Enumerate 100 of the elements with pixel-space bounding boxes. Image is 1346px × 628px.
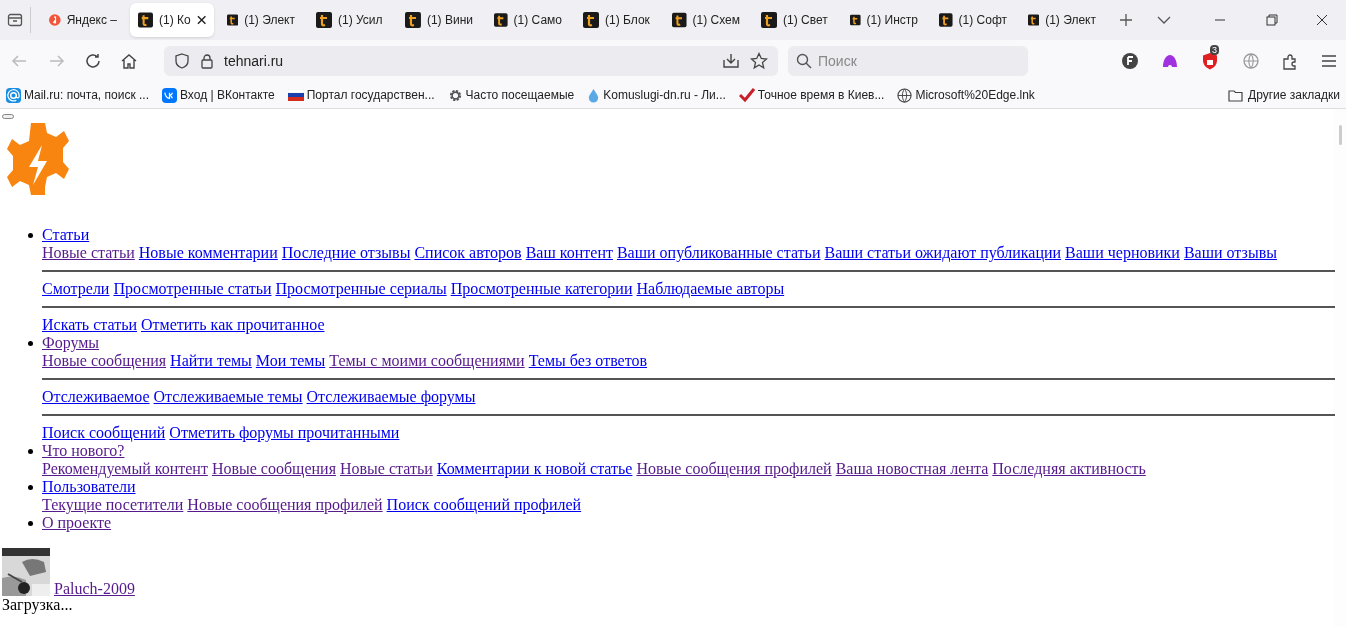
at-sign-icon — [6, 87, 21, 103]
url-text: tehnari.ru — [224, 51, 284, 71]
bookmark-item[interactable]: Mail.ru: почта, поиск ... — [6, 86, 149, 104]
nav-link[interactable]: Ваши отзывы — [1183, 244, 1277, 262]
nav-link[interactable]: Просмотренные сериалы — [275, 280, 447, 298]
check-icon — [738, 88, 755, 102]
bookmark-item[interactable]: Часто посещаемые — [447, 86, 575, 104]
yandex-icon — [49, 12, 61, 28]
nav-link[interactable]: Отметить форумы прочитанными — [169, 424, 400, 442]
nav-link[interactable]: Наблюдаемые авторы — [636, 280, 785, 298]
address-bar[interactable]: tehnari.ru — [164, 46, 778, 76]
nav-link[interactable]: О проекте — [42, 514, 112, 531]
browser-tab[interactable]: (1) Усил — [308, 3, 392, 37]
nav-link[interactable]: Новые комментарии — [138, 244, 278, 262]
browser-tab[interactable]: (1) Инстр — [842, 3, 926, 37]
nav-link[interactable]: Ваши опубликованные статьи — [616, 244, 821, 262]
nav-link[interactable]: Список авторов — [414, 244, 522, 262]
home-icon[interactable] — [120, 52, 138, 70]
lock-icon[interactable] — [200, 53, 214, 69]
nav-link[interactable]: Смотрели — [42, 280, 110, 298]
menu-icon[interactable] — [1322, 54, 1336, 68]
nav-link[interactable]: Текущие посетители — [42, 496, 184, 514]
site-logo-icon — [138, 12, 153, 28]
browser-tab[interactable]: (1) Свет — [753, 3, 837, 37]
browser-tab[interactable]: (1) Ко — [130, 3, 214, 37]
nav-link[interactable]: Последние отзывы — [281, 244, 411, 262]
nav-link[interactable]: Рекомендуемый контент — [42, 460, 208, 478]
nav-link[interactable]: Отслеживаемое — [42, 388, 150, 406]
nav-link[interactable]: Темы без ответов — [528, 352, 648, 370]
browser-tab[interactable]: (1) Само — [486, 3, 570, 37]
globe-icon — [897, 87, 913, 103]
download-icon[interactable] — [722, 52, 740, 70]
nav-link[interactable]: Новые статьи — [42, 244, 135, 262]
nav-link[interactable]: Отметить как прочитанное — [141, 316, 325, 334]
username-link[interactable]: Paluch-2009 — [54, 580, 135, 598]
loading-text: Загрузка... — [1, 596, 74, 614]
browser-tab[interactable]: (1) Элект — [219, 3, 303, 37]
bookmark-item[interactable]: Komuslugi-dn.ru - Ли... — [587, 86, 726, 104]
nav-link[interactable]: Пользователи — [42, 478, 136, 495]
site-logo-icon — [494, 12, 508, 28]
browser-tab[interactable]: (1) Схем — [664, 3, 748, 37]
extension-icon[interactable] — [1161, 53, 1179, 69]
puzzle-icon[interactable] — [1282, 52, 1299, 70]
bookmark-item[interactable]: Microsoft%20Edge.lnk — [897, 86, 1035, 104]
nav-link[interactable]: Просмотренные статьи — [113, 280, 272, 298]
nav-link[interactable]: Найти темы — [170, 352, 252, 370]
nav-link[interactable]: Темы с моими сообщениями — [329, 352, 525, 370]
scrollbar-thumb[interactable] — [1339, 125, 1342, 145]
nav-link[interactable]: Новые сообщения — [42, 352, 167, 370]
reload-icon[interactable] — [84, 52, 102, 70]
search-field[interactable]: Поиск — [788, 46, 1028, 76]
nav-link[interactable]: Новые сообщения профилей — [636, 460, 832, 478]
restore-icon[interactable] — [1266, 14, 1278, 26]
site-logo-icon — [850, 12, 861, 28]
globe-icon[interactable] — [1243, 53, 1259, 69]
nav-link[interactable]: Ваши черновики — [1065, 244, 1180, 262]
nav-link[interactable]: Отслеживаемые форумы — [306, 388, 476, 406]
nav-link[interactable]: Искать статьи — [42, 316, 137, 334]
letter-avatar-icon[interactable] — [1122, 53, 1138, 69]
nav-link[interactable]: Комментарии к новой статье — [436, 460, 633, 478]
shield-extension-icon[interactable] — [1202, 52, 1218, 70]
nav-link[interactable]: Последняя активность — [992, 460, 1146, 478]
site-logo-icon — [316, 12, 332, 28]
star-icon[interactable] — [750, 52, 768, 70]
browser-tab[interactable]: (1) Софт — [931, 3, 1015, 37]
nav-link[interactable]: Просмотренные категории — [450, 280, 633, 298]
nav-link[interactable]: Форумы — [42, 334, 100, 351]
new-tab-icon[interactable] — [1119, 13, 1133, 27]
bookmark-item[interactable]: Портал государствен... — [287, 86, 435, 104]
browser-tab[interactable]: Яндекс – — [41, 3, 125, 37]
browser-tab[interactable]: (1) Блок — [575, 3, 659, 37]
nav-link[interactable]: Статьи — [42, 226, 90, 243]
close-icon[interactable] — [196, 15, 206, 25]
other-bookmarks-folder[interactable]: Другие закладки — [1228, 86, 1340, 104]
browser-tab[interactable]: (1) Элект — [1020, 3, 1104, 37]
nav-link[interactable]: Отслеживаемые темы — [153, 388, 303, 406]
nav-link[interactable]: Ваши статьи ожидают публикации — [824, 244, 1062, 262]
shield-icon[interactable] — [174, 53, 190, 69]
site-logo-icon — [227, 12, 239, 28]
bookmark-item[interactable]: Вход | ВКонтакте — [162, 86, 275, 104]
nav-link[interactable]: Поиск сообщений профилей — [386, 496, 582, 514]
count-badge: 3 — [1210, 45, 1219, 55]
vk-icon — [162, 87, 177, 103]
close-icon[interactable] — [1316, 14, 1328, 26]
tab-overview-icon[interactable] — [7, 12, 23, 28]
nav-link[interactable]: Мои темы — [255, 352, 326, 370]
folder-icon — [1228, 88, 1244, 102]
nav-link[interactable]: Новые статьи — [340, 460, 433, 478]
nav-link[interactable]: Ваша новостная лента — [835, 460, 989, 478]
toggle-button[interactable] — [2, 114, 14, 119]
browser-tab[interactable]: (1) Вини — [397, 3, 481, 37]
site-logo-icon — [939, 12, 953, 28]
nav-link[interactable]: Новые сообщения — [211, 460, 336, 478]
nav-link[interactable]: Новые сообщения профилей — [187, 496, 383, 514]
nav-link[interactable]: Ваш контент — [525, 244, 613, 262]
nav-link[interactable]: Поиск сообщений — [42, 424, 166, 442]
bullet-icon — [28, 449, 33, 454]
site-logo-icon — [583, 12, 599, 28]
bookmark-item[interactable]: Точное время в Киев... — [738, 86, 885, 104]
nav-link[interactable]: Что нового? — [42, 442, 125, 459]
